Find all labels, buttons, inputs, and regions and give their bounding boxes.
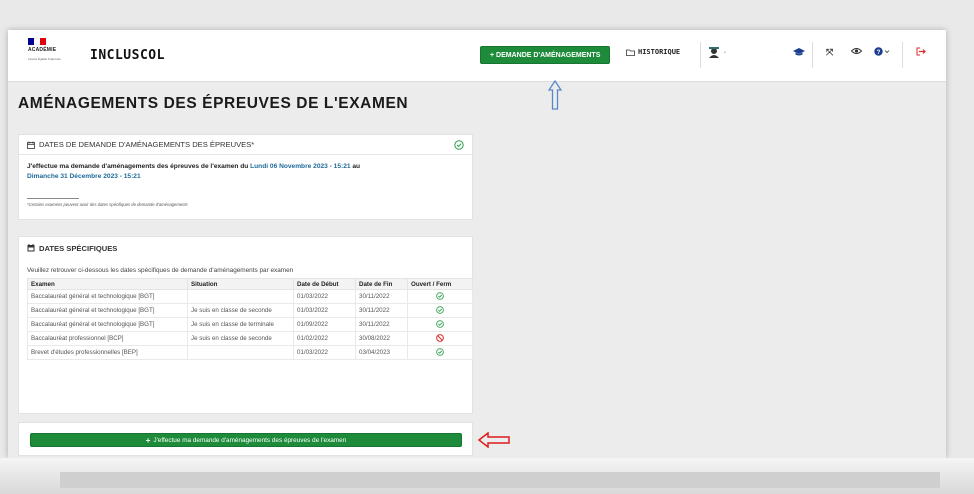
annotation-up-arrow-icon: [548, 80, 562, 110]
column-header[interactable]: Examen: [27, 278, 188, 290]
dates-specifiques-card: DATES SPÉCIFIQUES Veuillez retrouver ci-…: [18, 236, 473, 433]
app-window: ACADÉMIE Liberté Égalité Fraternité INCL…: [8, 30, 946, 458]
dates-specifiques-header: DATES SPÉCIFIQUES: [19, 237, 472, 259]
cell-fin: 30/11/2022: [355, 303, 408, 318]
cell-status: [407, 317, 473, 332]
cell-fin: 30/11/2022: [355, 289, 408, 304]
table-row: Baccalauréat professionnel [BCP] Je suis…: [27, 331, 473, 346]
cell-fin: 03/04/2023: [355, 345, 408, 360]
cell-fin: 30/08/2022: [355, 331, 408, 346]
cell-situation: Je suis en classe de terminale: [187, 317, 294, 332]
cell-debut: 01/02/2022: [293, 331, 356, 346]
cell-examen: Baccalauréat général et technologique [B…: [27, 289, 188, 304]
cell-debut: 01/03/2022: [293, 289, 356, 304]
note-divider: [27, 198, 79, 199]
check-circle-icon: [436, 305, 444, 314]
main-action-card: + J'effectue ma demande d'aménagements d…: [18, 422, 473, 456]
logo-academie-text: ACADÉMIE: [28, 47, 57, 53]
background-shadow: [60, 472, 940, 488]
table-row: Baccalauréat général et technologique [B…: [27, 317, 473, 332]
end-date: Dimanche 31 Décembre 2023 - 15:21: [27, 173, 141, 180]
divider: [812, 42, 813, 68]
dates-demande-card: DATES DE DEMANDE D'AMÉNAGEMENTS DES ÉPRE…: [18, 134, 473, 220]
cell-situation: [187, 345, 294, 360]
dates-demande-title: DATES DE DEMANDE D'AMÉNAGEMENTS DES ÉPRE…: [39, 140, 255, 149]
dates-text-middle: au: [350, 163, 361, 170]
table-header-row: Examen Situation Date de Début Date de F…: [27, 278, 473, 290]
calendar-icon: [27, 141, 35, 149]
user-name-placeholder: •: [724, 50, 726, 56]
check-circle-icon: [454, 139, 464, 150]
dates-specifiques-intro: Veuillez retrouver ci-dessous les dates …: [27, 267, 294, 274]
student-icon[interactable]: [708, 47, 722, 62]
column-header[interactable]: Situation: [187, 278, 294, 290]
cell-examen: Baccalauréat général et technologique [B…: [27, 317, 188, 332]
svg-text:?: ?: [877, 49, 881, 56]
divider: [902, 42, 903, 68]
eye-icon[interactable]: [850, 47, 863, 58]
cell-situation: Je suis en classe de seconde: [187, 331, 294, 346]
user-role-placeholder: ˙ ˙˙: [768, 51, 774, 56]
cell-debut: 01/03/2022: [293, 345, 356, 360]
cell-situation: [187, 289, 294, 304]
calendar-filled-icon: [27, 244, 35, 252]
cell-status: [407, 303, 473, 318]
historique-button[interactable]: HISTORIQUE: [626, 48, 680, 56]
cell-debut: 01/09/2022: [293, 317, 356, 332]
ban-icon: [436, 333, 444, 342]
column-header[interactable]: Date de Fin: [355, 278, 408, 290]
student-avatar-icon: [709, 47, 719, 58]
effectuer-demande-button[interactable]: + J'effectue ma demande d'aménagements d…: [30, 433, 462, 447]
app-brand[interactable]: INCLUSCOL: [90, 48, 165, 63]
dates-specifiques-title: DATES SPÉCIFIQUES: [39, 243, 118, 253]
check-circle-icon: [436, 347, 444, 356]
cell-fin: 30/11/2022: [355, 317, 408, 332]
column-header[interactable]: Date de Début: [293, 278, 356, 290]
cell-examen: Baccalauréat professionnel [BCP]: [27, 331, 188, 346]
cell-status: [407, 345, 473, 360]
flag-icon: [28, 38, 46, 45]
dates-note: *Certains examens peuvent avoir des date…: [27, 202, 188, 207]
divider: [700, 42, 701, 68]
effectuer-demande-label: J'effectue ma demande d'aménagements des…: [153, 436, 347, 444]
logo-motto: Liberté Égalité Fraternité: [28, 57, 61, 61]
dates-specifiques-table: Examen Situation Date de Début Date de F…: [27, 278, 473, 360]
check-circle-icon: [436, 291, 444, 300]
expand-icon[interactable]: ⤧: [826, 47, 833, 58]
academie-logo: ACADÉMIE Liberté Égalité Fraternité: [28, 38, 68, 74]
start-date: Lundi 06 Novembre 2023 - 15:21: [250, 163, 351, 170]
graduation-cap-icon[interactable]: [793, 47, 805, 60]
page-title: AMÉNAGEMENTS DES ÉPREUVES DE L'EXAMEN: [18, 95, 409, 112]
dates-text-prefix: J'effectue ma demande d'aménagements des…: [27, 163, 251, 170]
cell-situation: Je suis en classe de seconde: [187, 303, 294, 318]
check-circle-icon: [436, 319, 444, 328]
column-header[interactable]: Ouvert / Ferm: [407, 278, 473, 290]
cell-examen: Brevet d'études professionnelles [BEP]: [27, 345, 188, 360]
demande-amenagements-button[interactable]: + DEMANDE D'AMÉNAGEMENTS: [480, 46, 611, 64]
cell-status: [407, 289, 473, 304]
logout-icon[interactable]: [916, 47, 926, 59]
annotation-left-arrow-icon: [478, 432, 510, 448]
folder-icon: [626, 49, 635, 56]
plus-icon: +: [145, 435, 151, 445]
cell-status: [407, 331, 473, 346]
help-icon[interactable]: ?: [874, 47, 890, 59]
table-row: Baccalauréat général et technologique [B…: [27, 289, 473, 304]
cell-examen: Baccalauréat général et technologique [B…: [27, 303, 188, 318]
table-row: Brevet d'études professionnelles [BEP] 0…: [27, 345, 473, 360]
top-navbar: ACADÉMIE Liberté Égalité Fraternité INCL…: [8, 30, 946, 82]
cell-debut: 01/03/2022: [293, 303, 356, 318]
dates-demande-text: J'effectue ma demande d'aménagements des…: [19, 155, 472, 189]
table-row: Baccalauréat général et technologique [B…: [27, 303, 473, 318]
historique-label: HISTORIQUE: [638, 48, 681, 56]
dates-demande-header: DATES DE DEMANDE D'AMÉNAGEMENTS DES ÉPRE…: [19, 135, 472, 155]
